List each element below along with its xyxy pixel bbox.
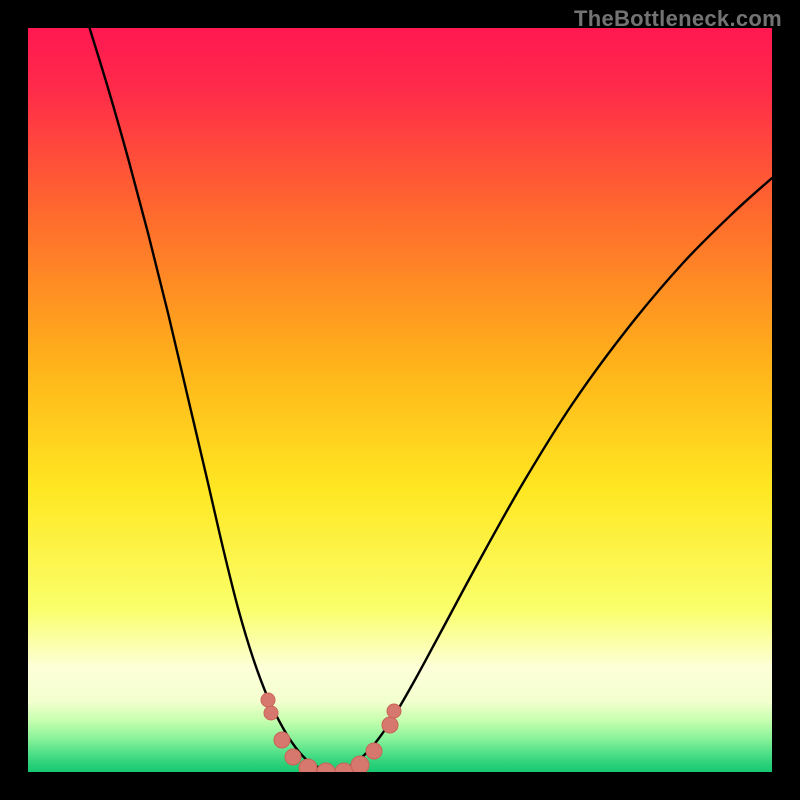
curve-left-curve: [88, 28, 333, 771]
plot-area: [28, 28, 772, 772]
nodule-4: [299, 759, 317, 772]
nodule-3: [285, 749, 301, 765]
nodule-7: [351, 756, 369, 772]
nodule-8: [366, 743, 382, 759]
bottleneck-curve: [88, 28, 772, 771]
nodule-group: [261, 693, 401, 772]
nodule-0: [261, 693, 275, 707]
outer-frame: TheBottleneck.com: [0, 0, 800, 800]
curve-layer: [28, 28, 772, 772]
watermark-text: TheBottleneck.com: [574, 6, 782, 32]
curve-right-curve: [333, 178, 772, 771]
nodule-10: [387, 704, 401, 718]
nodule-5: [317, 763, 335, 772]
nodule-6: [335, 763, 353, 772]
nodule-9: [382, 717, 398, 733]
nodule-2: [274, 732, 290, 748]
nodule-1: [264, 706, 278, 720]
